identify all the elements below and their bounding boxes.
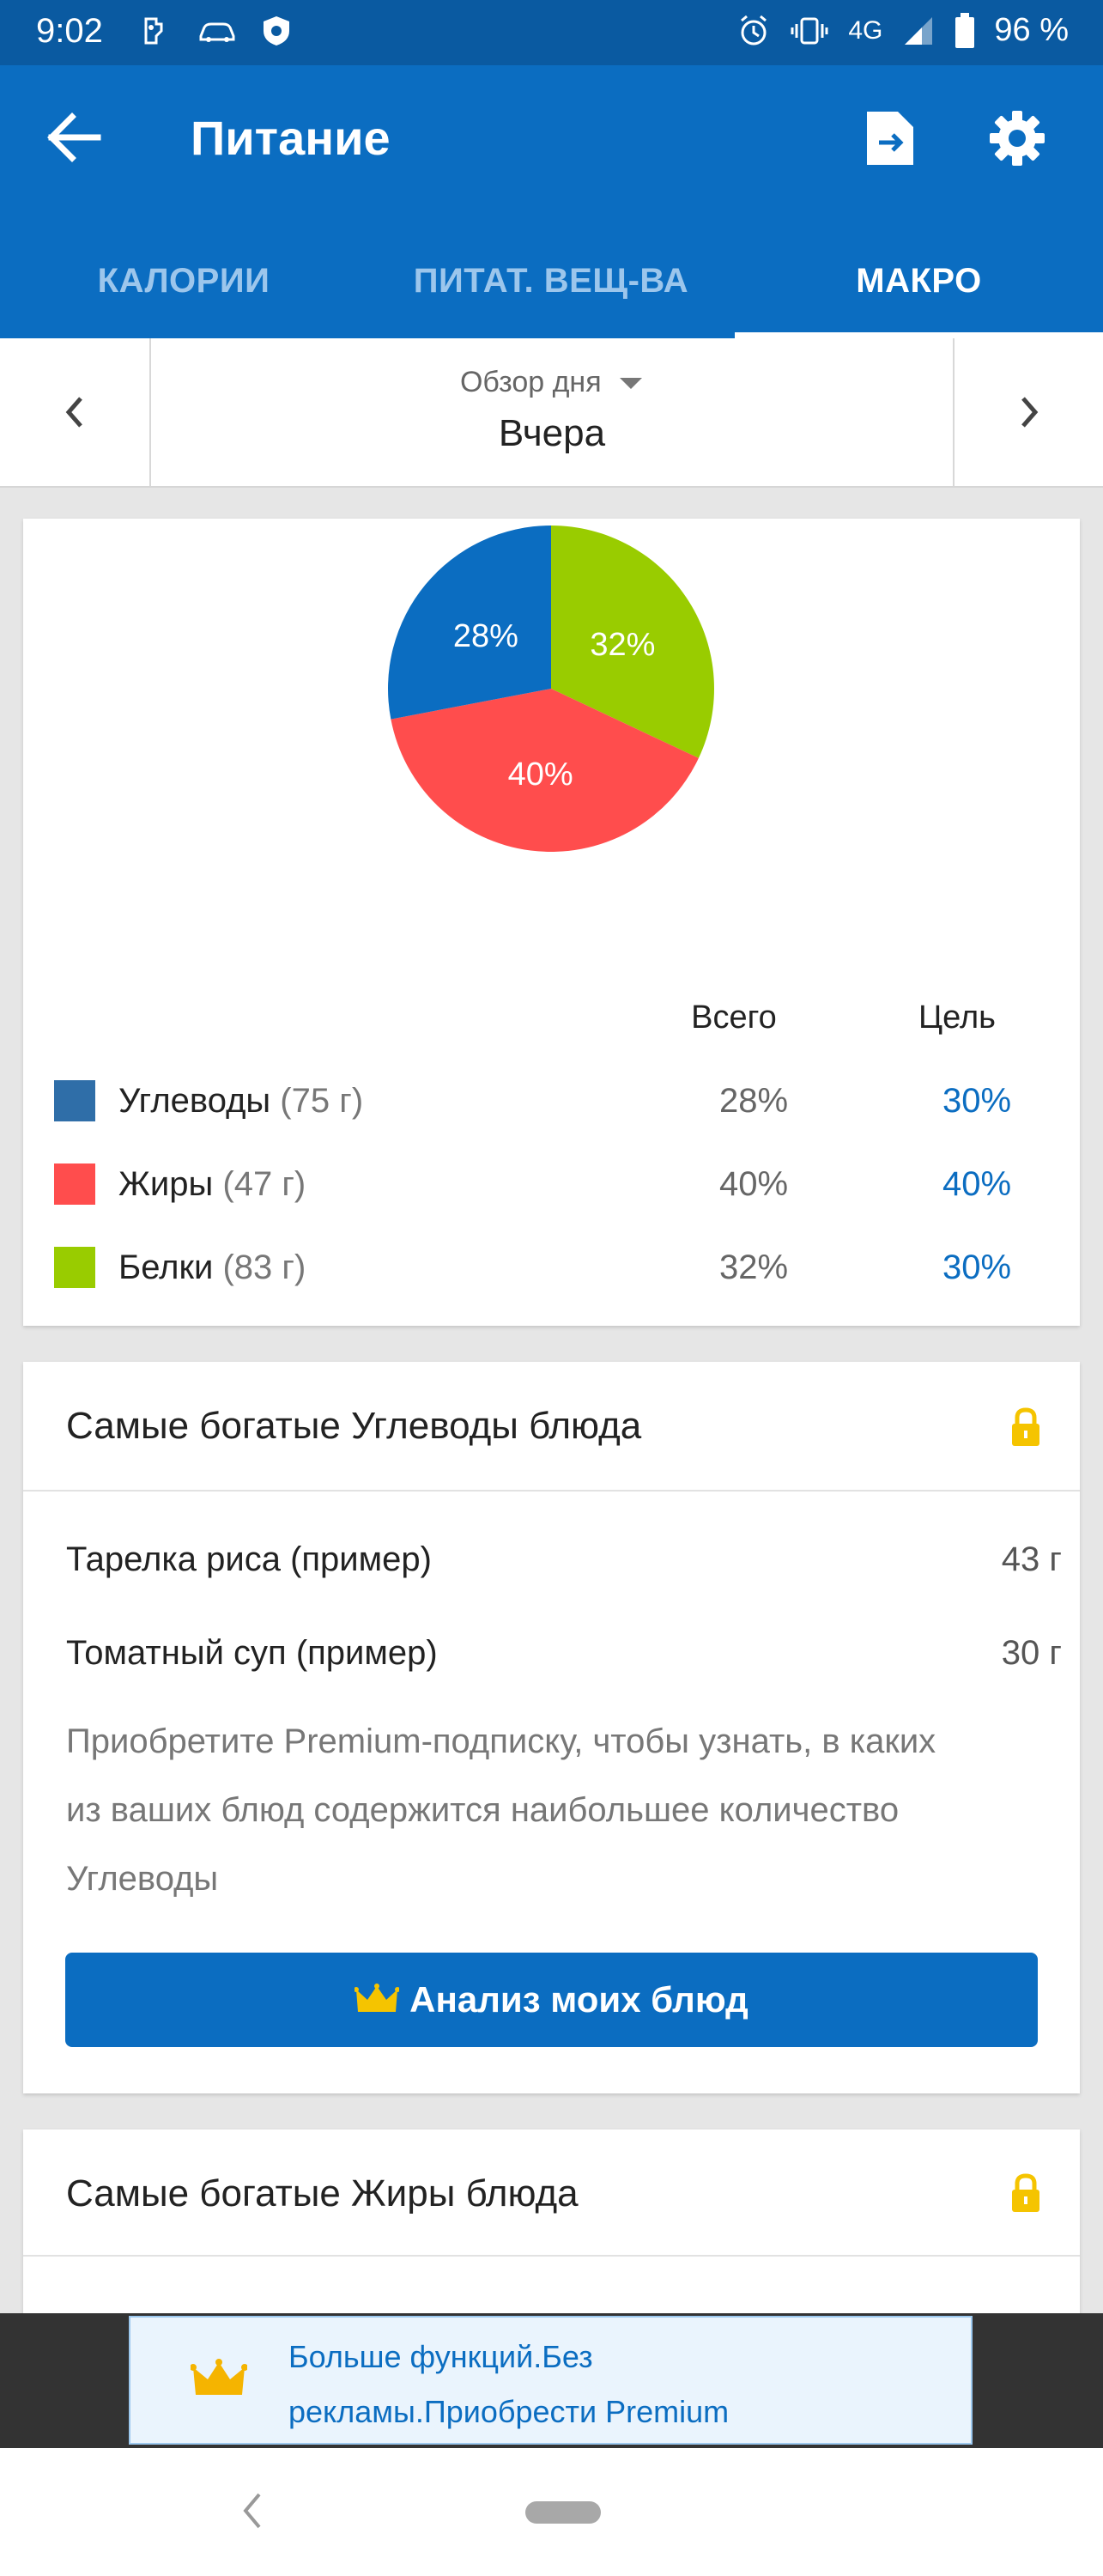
previous-day-button[interactable] bbox=[0, 338, 149, 486]
macro-name: Белки (83 г) bbox=[118, 1249, 306, 1287]
crown-icon bbox=[355, 1984, 400, 2012]
banner-line: Больше функций.Без bbox=[288, 2339, 593, 2374]
macro-goal[interactable]: 40% bbox=[904, 1165, 1050, 1204]
status-bar: 9:02 4G 96 % bbox=[0, 0, 1103, 65]
food-row: Томатный суп (пример) 30 г bbox=[66, 1634, 1062, 1673]
macro-total: 28% bbox=[718, 1082, 789, 1120]
analyze-label: Анализ моих блюд bbox=[409, 1979, 748, 2020]
home-pill[interactable] bbox=[525, 2501, 601, 2524]
export-file-icon[interactable] bbox=[864, 108, 917, 168]
network-type: 4G bbox=[848, 15, 883, 45]
banner-line: рекламы.Приобрести Premium bbox=[288, 2394, 730, 2429]
premium-promo-text: Приобретите Premium-подписку, чтобы узна… bbox=[66, 1707, 1045, 1913]
battery-percent: 96 % bbox=[994, 12, 1069, 48]
divider bbox=[23, 2255, 1080, 2257]
car-icon bbox=[199, 22, 235, 42]
back-arrow-icon[interactable] bbox=[45, 110, 105, 165]
pie-slice-label-1: 40% bbox=[508, 756, 573, 793]
macro-row-fats: Жиры (47 г) 40% 40% bbox=[54, 1157, 1067, 1208]
macro-overview-card: 32% 40% 28% Всего Цель Углеводы (75 г) 28%… bbox=[23, 519, 1080, 1326]
food-amount: 43 г bbox=[1001, 1540, 1062, 1578]
alarm-icon bbox=[741, 15, 767, 45]
card-title: Самые богатые Углеводы блюда bbox=[66, 1405, 642, 1447]
protein-swatch bbox=[54, 1247, 95, 1288]
top-carbs-foods-card: Самые богатые Углеводы блюда Тарелка рис… bbox=[23, 1362, 1080, 2093]
promo-line: Приобретите Premium-подписку, чтобы узна… bbox=[66, 1722, 936, 1760]
header-goal: Цель bbox=[918, 999, 996, 1036]
next-day-button[interactable] bbox=[955, 338, 1103, 486]
shield-icon bbox=[264, 16, 289, 46]
day-selector: Обзор дня Вчера bbox=[0, 338, 1103, 488]
system-nav-bar bbox=[0, 2448, 1103, 2576]
divider bbox=[23, 1490, 1080, 1492]
macro-total: 40% bbox=[718, 1165, 789, 1203]
overview-label: Обзор дня bbox=[459, 366, 602, 398]
page-title: Питание bbox=[191, 111, 391, 165]
macro-pie-chart: 32% 40% 28% bbox=[387, 526, 714, 852]
food-amount: 30 г bbox=[1001, 1634, 1062, 1672]
card-title: Самые богатые Жиры блюда bbox=[66, 2172, 579, 2215]
macro-label: Углеводы bbox=[118, 1082, 271, 1120]
macro-grams: (75 г) bbox=[280, 1082, 364, 1120]
macro-row-protein: Белки (83 г) 32% 30% bbox=[54, 1240, 1067, 1291]
macro-total: 32% bbox=[718, 1249, 789, 1286]
vpn-key-icon bbox=[144, 17, 163, 45]
crown-icon bbox=[191, 2359, 247, 2395]
premium-banner[interactable]: Больше функций.Без рекламы.Приобрести Pr… bbox=[129, 2316, 973, 2445]
food-name: Томатный суп (пример) bbox=[66, 1634, 438, 1672]
ad-banner-area: Больше функций.Без рекламы.Приобрести Pr… bbox=[0, 2313, 1103, 2448]
macro-grams: (47 г) bbox=[222, 1165, 306, 1203]
battery-icon bbox=[955, 12, 975, 48]
macro-goal[interactable]: 30% bbox=[904, 1249, 1050, 1287]
dropdown-triangle-icon bbox=[620, 378, 643, 389]
chevron-right-icon bbox=[1021, 397, 1038, 428]
pie-slice-label-2: 28% bbox=[453, 618, 518, 654]
selected-day: Вчера bbox=[498, 412, 606, 454]
promo-line: Углеводы bbox=[66, 1860, 219, 1898]
macro-grams: (83 г) bbox=[222, 1249, 306, 1286]
overview-dropdown[interactable]: Обзор дня bbox=[151, 366, 953, 399]
tab-nutrients[interactable]: ПИТАТ. ВЕЩ-ВА bbox=[367, 224, 735, 338]
header-total: Всего bbox=[691, 999, 777, 1036]
vibrate-icon bbox=[791, 17, 828, 44]
banner-text: Больше функций.Без рекламы.Приобрести Pr… bbox=[288, 2330, 729, 2439]
pie-slice-label-0: 32% bbox=[590, 627, 655, 663]
app-bar: Питание bbox=[0, 65, 1103, 224]
nav-back-icon[interactable] bbox=[239, 2489, 264, 2532]
tab-macros[interactable]: МАКРО bbox=[735, 224, 1103, 338]
settings-gear-icon[interactable] bbox=[987, 108, 1047, 168]
food-name: Тарелка риса (пример) bbox=[66, 1540, 432, 1578]
promo-line: из ваших блюд содержится наибольшее коли… bbox=[66, 1791, 900, 1829]
tab-bar: КАЛОРИИ ПИТАТ. ВЕЩ-ВА МАКРО bbox=[0, 224, 1103, 338]
analyze-meals-button[interactable]: Анализ моих блюд bbox=[65, 1953, 1038, 2047]
carbs-swatch bbox=[54, 1080, 95, 1121]
lock-icon[interactable] bbox=[1009, 2172, 1043, 2214]
chevron-left-icon bbox=[65, 397, 82, 428]
lock-icon[interactable] bbox=[1009, 1406, 1043, 1448]
macro-goal[interactable]: 30% bbox=[904, 1082, 1050, 1121]
macro-label: Жиры bbox=[118, 1165, 214, 1203]
fats-swatch bbox=[54, 1163, 95, 1205]
status-right: 4G 96 % bbox=[736, 12, 1069, 49]
active-tab-indicator bbox=[735, 332, 1103, 338]
tab-calories[interactable]: КАЛОРИИ bbox=[0, 224, 367, 338]
signal-icon bbox=[905, 16, 933, 45]
macro-row-carbs: Углеводы (75 г) 28% 30% bbox=[54, 1073, 1067, 1125]
macro-name: Углеводы (75 г) bbox=[118, 1082, 363, 1121]
food-row: Тарелка риса (пример) 43 г bbox=[66, 1540, 1062, 1579]
macro-label: Белки bbox=[118, 1249, 214, 1286]
macro-name: Жиры (47 г) bbox=[118, 1165, 306, 1204]
status-time: 9:02 bbox=[36, 12, 103, 50]
